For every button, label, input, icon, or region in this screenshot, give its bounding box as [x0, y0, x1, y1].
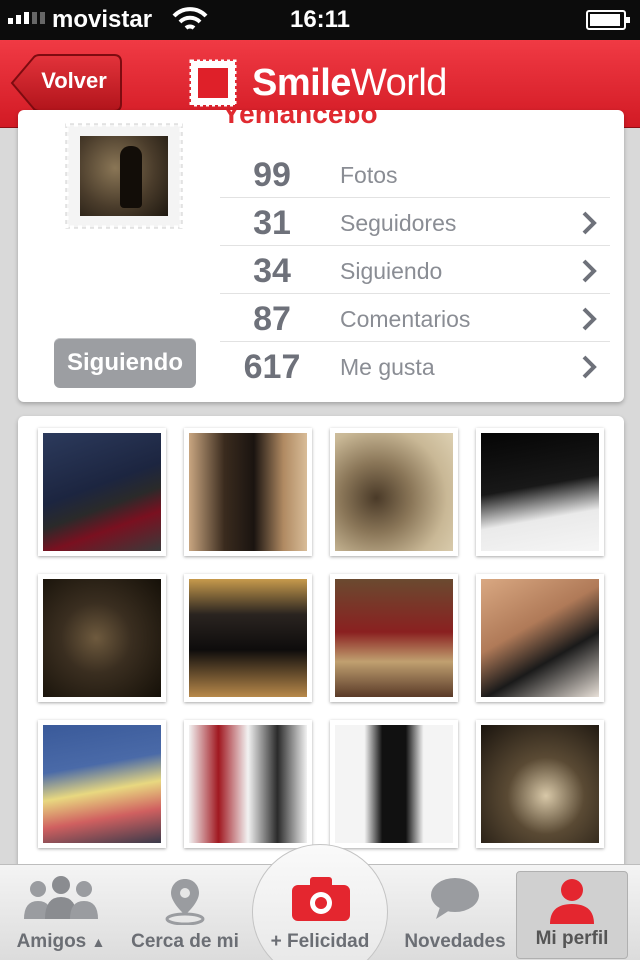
profile-card: Yemancebo 99 Fotos 31 Seguidores 34 Sigu…: [18, 110, 624, 402]
brand-name-regular: World: [350, 61, 448, 104]
photo-thumbnail[interactable]: [184, 428, 312, 556]
stamp-logo-icon: [189, 59, 237, 107]
tab-friends[interactable]: Amigos ▲︎: [0, 865, 122, 960]
following-button[interactable]: Siguiendo: [54, 338, 196, 388]
photo-thumbnail[interactable]: [330, 428, 458, 556]
photo-thumbnail[interactable]: [184, 574, 312, 702]
photo-thumbnail[interactable]: [476, 574, 604, 702]
stat-value: 617: [243, 348, 301, 386]
photo-thumbnail[interactable]: [330, 720, 458, 848]
stat-value: 99: [253, 156, 291, 194]
back-button[interactable]: Volver: [10, 54, 122, 112]
tab-nearby[interactable]: Cerca de mi: [122, 865, 248, 960]
stat-row-comments[interactable]: 87 Comentarios: [220, 294, 610, 342]
stat-value: 34: [253, 252, 291, 290]
stat-row-photos[interactable]: 99 Fotos: [220, 150, 610, 198]
stat-row-following[interactable]: 34 Siguiendo: [220, 246, 610, 294]
stat-row-likes[interactable]: 617 Me gusta: [220, 342, 610, 390]
user-icon: [550, 879, 594, 924]
photo-thumbnail[interactable]: [38, 428, 166, 556]
speech-bubble-icon: [431, 878, 479, 919]
app-logo: SmileWorld: [188, 58, 447, 108]
stat-label: Fotos: [340, 162, 398, 188]
tab-novedades[interactable]: Novedades: [396, 865, 514, 960]
tab-label-text: Amigos: [16, 931, 87, 952]
stat-label: Siguiendo: [340, 258, 443, 284]
tab-label: Amigos ▲︎: [0, 931, 122, 953]
brand-name-bold: Smile: [252, 61, 351, 104]
back-button-label: Volver: [41, 68, 107, 93]
photo-thumbnail[interactable]: [476, 720, 604, 848]
stat-row-followers[interactable]: 31 Seguidores: [220, 198, 610, 246]
stat-value: 31: [253, 204, 291, 242]
status-time: 16:11: [289, 6, 351, 33]
photo-thumbnail[interactable]: [38, 574, 166, 702]
location-pin-icon: [165, 879, 205, 925]
tab-label: Novedades: [404, 931, 506, 952]
tab-label: + Felicidad: [270, 931, 370, 952]
status-bar: movistar 16:11: [0, 0, 640, 40]
camera-icon: [292, 877, 350, 921]
stat-label: Comentarios: [340, 306, 471, 332]
photo-thumbnail[interactable]: [38, 720, 166, 848]
app-brand-name: SmileWorld: [252, 62, 447, 105]
photo-thumbnail[interactable]: [476, 428, 604, 556]
chevron-right-icon: [582, 307, 597, 331]
chevron-right-icon: [582, 355, 597, 379]
profile-stats: 99 Fotos 31 Seguidores 34 Siguiendo 87 C…: [220, 150, 610, 390]
profile-username: Yemancebo: [222, 110, 378, 129]
chevron-right-icon: [582, 211, 597, 235]
sort-arrows-icon: ▲︎: [91, 934, 106, 950]
avatar-photo: [80, 136, 168, 216]
stat-value: 87: [253, 300, 291, 338]
photo-grid: [18, 416, 624, 886]
tab-my-profile[interactable]: Mi perfil: [516, 871, 628, 959]
chevron-right-icon: [582, 259, 597, 283]
tab-label: Mi perfil: [535, 928, 609, 949]
friends-icon: [24, 876, 98, 919]
stat-label: Me gusta: [340, 354, 435, 380]
photo-thumbnail[interactable]: [184, 720, 312, 848]
profile-avatar[interactable]: [62, 120, 186, 232]
photo-thumbnail[interactable]: [330, 574, 458, 702]
tab-label: Cerca de mi: [131, 931, 239, 952]
stat-label: Seguidores: [340, 210, 457, 236]
battery-icon: [586, 10, 630, 30]
